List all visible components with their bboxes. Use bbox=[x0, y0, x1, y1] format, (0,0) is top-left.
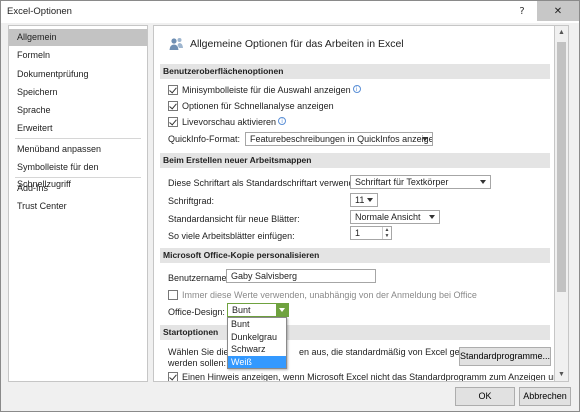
sidebar-item-addins[interactable]: Add-Ins bbox=[9, 180, 147, 197]
spin-buttons[interactable]: ▲ ▼ bbox=[382, 227, 391, 239]
page-title: Allgemeine Optionen für das Arbeiten in … bbox=[190, 38, 404, 50]
livepreview-option[interactable]: Livevorschau aktivieren i bbox=[168, 116, 287, 128]
sidebar-divider bbox=[15, 177, 141, 178]
default-view-label: Standardansicht für neue Blätter: bbox=[168, 214, 300, 224]
spin-down-icon[interactable]: ▼ bbox=[383, 233, 391, 239]
always-use-label: Immer diese Werte verwenden, unabhängig … bbox=[182, 290, 477, 300]
font-size-dropdown[interactable]: 11 bbox=[350, 193, 378, 207]
default-font-value: Schriftart für Textkörper bbox=[355, 177, 449, 187]
help-button[interactable]: ? bbox=[507, 1, 537, 21]
livepreview-checkbox[interactable] bbox=[168, 117, 178, 127]
section-ui-options: Benutzeroberflächenoptionen bbox=[160, 64, 550, 79]
default-font-label: Diese Schriftart als Standardschriftart … bbox=[168, 178, 367, 188]
chevron-down-icon bbox=[367, 198, 373, 202]
vertical-scrollbar[interactable]: ▲ ▼ bbox=[555, 25, 569, 382]
sidebar-divider bbox=[15, 138, 141, 139]
scrollbar-thumb[interactable] bbox=[557, 42, 566, 292]
quickinfo-label: QuickInfo-Format: bbox=[168, 134, 241, 144]
chevron-down-icon bbox=[422, 137, 428, 141]
minitoolbar-checkbox[interactable] bbox=[168, 85, 178, 95]
always-use-checkbox[interactable] bbox=[168, 290, 178, 300]
livepreview-label: Livevorschau aktivieren bbox=[182, 117, 277, 127]
design-option-weiss[interactable]: Weiß bbox=[228, 355, 286, 368]
sheet-count-label: So viele Arbeitsblätter einfügen: bbox=[168, 231, 295, 241]
start-text-line2: werden sollen: bbox=[168, 358, 227, 368]
quickanalysis-label: Optionen für Schnellanalyse anzeigen bbox=[182, 101, 334, 111]
design-option-schwarz[interactable]: Schwarz bbox=[228, 343, 286, 356]
info-icon[interactable]: i bbox=[352, 85, 361, 93]
sidebar-item-schnellzugriff[interactable]: Symbolleiste für den Schnellzugriff bbox=[9, 159, 147, 189]
window-title: Excel-Optionen bbox=[7, 6, 72, 17]
start-text-end: en aus, die standardmäßig von Excel geöf… bbox=[299, 347, 482, 357]
sidebar-item-allgemein[interactable]: Allgemein bbox=[9, 29, 147, 46]
quickinfo-dropdown[interactable]: Featurebeschreibungen in QuickInfos anze… bbox=[245, 132, 433, 146]
sidebar-item-sprache[interactable]: Sprache bbox=[9, 102, 147, 119]
dropdown-arrow-button[interactable] bbox=[276, 304, 288, 316]
title-bar: Excel-Optionen ? ✕ bbox=[1, 1, 579, 23]
section-start-options: Startoptionen bbox=[160, 325, 550, 340]
notify-default-checkbox[interactable] bbox=[168, 372, 178, 381]
office-design-options-list: Bunt Dunkelgrau Schwarz Weiß bbox=[227, 317, 287, 369]
quickanalysis-checkbox[interactable] bbox=[168, 101, 178, 111]
sidebar-item-trust-center[interactable]: Trust Center bbox=[9, 198, 147, 215]
sidebar-item-formeln[interactable]: Formeln bbox=[9, 47, 147, 64]
options-sidebar: Allgemein Formeln Dokumentprüfung Speich… bbox=[8, 25, 148, 382]
username-value: Gaby Salvisberg bbox=[231, 271, 298, 281]
office-design-dropdown[interactable]: Bunt bbox=[227, 303, 289, 317]
notify-default-option[interactable]: Einen Hinweis anzeigen, wenn Microsoft E… bbox=[168, 371, 555, 382]
sidebar-item-erweitert[interactable]: Erweitert bbox=[9, 120, 147, 137]
ok-button[interactable]: OK bbox=[455, 387, 515, 406]
close-button[interactable]: ✕ bbox=[537, 1, 579, 21]
font-size-value: 11 bbox=[355, 195, 365, 205]
section-new-workbook: Beim Erstellen neuer Arbeitsmappen bbox=[160, 153, 550, 168]
chevron-down-icon bbox=[279, 308, 285, 312]
default-view-value: Normale Ansicht bbox=[355, 212, 421, 222]
office-design-label: Office-Design: bbox=[168, 307, 225, 317]
section-personalize: Microsoft Office-Kopie personalisieren bbox=[160, 248, 550, 263]
username-field[interactable]: Gaby Salvisberg bbox=[226, 269, 376, 283]
design-option-bunt[interactable]: Bunt bbox=[228, 318, 286, 331]
cancel-button[interactable]: Abbrechen bbox=[519, 387, 571, 406]
scroll-down-icon[interactable]: ▼ bbox=[555, 368, 568, 381]
sheet-count-value: 1 bbox=[355, 228, 361, 238]
username-label: Benutzername: bbox=[168, 273, 230, 283]
options-content: Allgemeine Optionen für das Arbeiten in … bbox=[153, 25, 555, 382]
quickinfo-value: Featurebeschreibungen in QuickInfos anze… bbox=[250, 134, 433, 144]
notify-default-label: Einen Hinweis anzeigen, wenn Microsoft E… bbox=[182, 372, 555, 382]
default-view-dropdown[interactable]: Normale Ansicht bbox=[350, 210, 440, 224]
sidebar-item-dokumentpruefung[interactable]: Dokumentprüfung bbox=[9, 66, 147, 83]
font-size-label: Schriftgrad: bbox=[168, 196, 215, 206]
default-programs-button[interactable]: Standardprogramme... bbox=[459, 347, 551, 366]
quickanalysis-option[interactable]: Optionen für Schnellanalyse anzeigen bbox=[168, 100, 334, 112]
office-design-value: Bunt bbox=[232, 305, 251, 315]
users-icon bbox=[169, 38, 183, 50]
chevron-down-icon bbox=[480, 180, 486, 184]
info-icon[interactable]: i bbox=[278, 117, 287, 125]
default-font-dropdown[interactable]: Schriftart für Textkörper bbox=[350, 175, 491, 189]
sidebar-item-menueband[interactable]: Menüband anpassen bbox=[9, 141, 147, 158]
sheet-count-spinner[interactable]: 1 ▲ ▼ bbox=[350, 226, 392, 240]
chevron-down-icon bbox=[429, 215, 435, 219]
minitoolbar-label: Minisymbolleiste für die Auswahl anzeige… bbox=[182, 85, 351, 95]
design-option-dunkelgrau[interactable]: Dunkelgrau bbox=[228, 331, 286, 344]
sidebar-item-speichern[interactable]: Speichern bbox=[9, 84, 147, 101]
scroll-up-icon[interactable]: ▲ bbox=[555, 26, 568, 39]
always-use-option[interactable]: Immer diese Werte verwenden, unabhängig … bbox=[168, 289, 477, 301]
excel-options-dialog: Excel-Optionen ? ✕ Allgemein Formeln Dok… bbox=[0, 0, 580, 412]
minitoolbar-option[interactable]: Minisymbolleiste für die Auswahl anzeige… bbox=[168, 84, 361, 96]
